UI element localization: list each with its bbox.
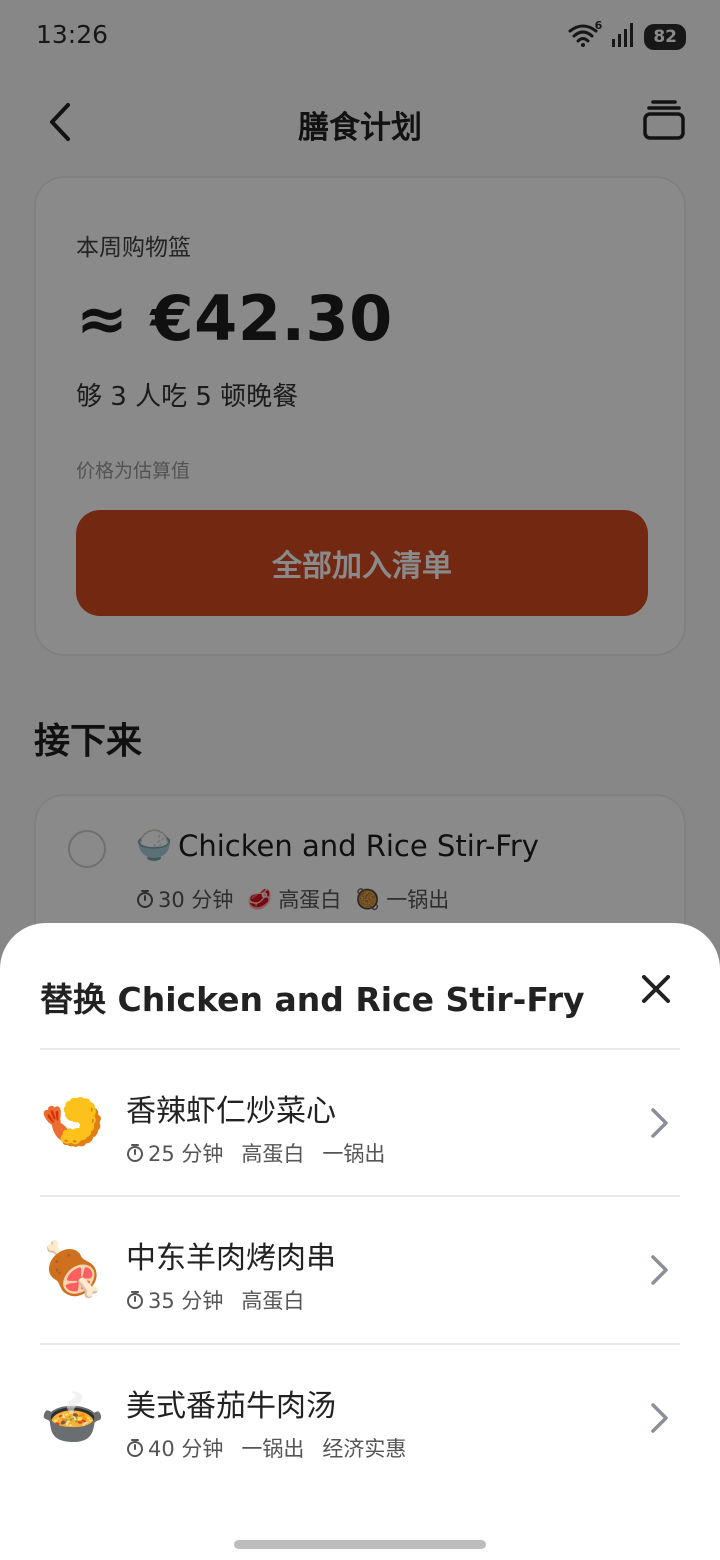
alternative-meal-name: 中东羊肉烤肉串 <box>126 1241 336 1276</box>
alternative-meal-time-text: 25 分钟 <box>148 1142 224 1166</box>
close-button[interactable] <box>636 969 676 1009</box>
timer-icon <box>127 1291 143 1309</box>
timer-icon <box>127 1439 143 1457</box>
alternative-meal-meta: 35 分钟 高蛋白 <box>126 1285 304 1315</box>
alternative-meal-time: 40 分钟 <box>126 1433 223 1463</box>
alternative-meal-tag: 一锅出 <box>322 1142 386 1166</box>
sheet-title: 替换 Chicken and Rice Stir-Fry <box>40 980 585 1019</box>
alternative-meal-tag: 高蛋白 <box>241 1289 305 1313</box>
timer-icon <box>127 1144 143 1162</box>
alternative-meal-tag: 一锅出 <box>241 1437 305 1461</box>
chevron-right-icon <box>651 1108 668 1138</box>
alternative-meal-meta: 25 分钟 高蛋白 一锅出 <box>126 1138 385 1168</box>
alternative-meal-time: 25 分钟 <box>126 1138 223 1168</box>
alternative-meal-name: 香辣虾仁炒菜心 <box>126 1094 336 1129</box>
alternative-meal-row[interactable]: 🍤 香辣虾仁炒菜心 25 分钟 高蛋白 一锅出 <box>40 1050 680 1196</box>
alternative-meal-tag: 经济实惠 <box>322 1437 407 1461</box>
alternative-meal-name: 美式番茄牛肉汤 <box>126 1389 336 1424</box>
alternative-meal-time-text: 40 分钟 <box>148 1437 224 1461</box>
fried-shrimp-icon: 🍤 <box>40 1093 105 1153</box>
swap-meal-sheet: 替换 Chicken and Rice Stir-Fry 🍤 香辣虾仁炒菜心 2… <box>0 923 720 1560</box>
alternative-meal-time-text: 35 分钟 <box>148 1289 224 1313</box>
alternative-meal-row[interactable]: 🍲 美式番茄牛肉汤 40 分钟 一锅出 经济实惠 <box>40 1345 680 1491</box>
alternative-meal-meta: 40 分钟 一锅出 经济实惠 <box>126 1433 406 1463</box>
chevron-right-icon <box>651 1403 668 1433</box>
chevron-right-icon <box>651 1255 668 1285</box>
alternative-meal-tag: 高蛋白 <box>241 1142 305 1166</box>
home-indicator[interactable] <box>234 1540 486 1549</box>
alternative-meal-time: 35 分钟 <box>126 1285 223 1315</box>
stew-pot-icon: 🍲 <box>40 1388 105 1448</box>
close-icon <box>642 975 670 1003</box>
meat-on-bone-icon: 🍖 <box>40 1240 105 1300</box>
alternative-meal-row[interactable]: 🍖 中东羊肉烤肉串 35 分钟 高蛋白 <box>40 1197 680 1343</box>
